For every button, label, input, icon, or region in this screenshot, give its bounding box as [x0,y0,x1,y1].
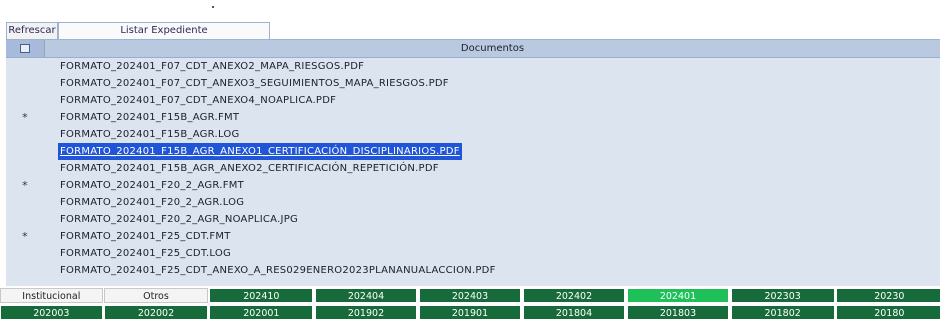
tab-201901[interactable]: 201901 [418,305,522,320]
document-name[interactable]: FORMATO_202401_F25_CDT_ANEXO_A_RES029ENE… [60,262,496,279]
document-name[interactable]: FORMATO_202401_F07_CDT_ANEXO3_SEGUIMIENT… [60,75,449,92]
refresh-button[interactable]: Refrescar [6,22,58,39]
document-row[interactable]: FORMATO_202401_F07_CDT_ANEXO3_SEGUIMIENT… [6,75,940,92]
tab-20180[interactable]: 20180 [836,305,940,320]
document-row[interactable]: FORMATO_202401_F15B_AGR_ANEXO1_CERTIFICA… [6,143,940,160]
tab-institucional[interactable]: Institucional [0,288,103,303]
tab-201803[interactable]: 201803 [626,305,730,320]
document-name[interactable]: FORMATO_202401_F20_2_AGR.LOG [60,194,244,211]
row-marker: * [22,230,28,243]
document-name[interactable]: FORMATO_202401_F15B_AGR_ANEXO2_CERTIFICA… [60,160,439,177]
toolbar: Refrescar Listar Expediente [6,22,940,40]
list-expediente-button[interactable]: Listar Expediente [58,22,270,39]
document-name[interactable]: FORMATO_202401_F25_CDT.FMT [60,228,231,245]
grid-header: Documentos [6,40,940,58]
tab-202003[interactable]: 202003 [0,305,103,320]
tab-201804[interactable]: 201804 [522,305,626,320]
tab-20230[interactable]: 20230 [836,288,940,303]
select-all-corner[interactable] [6,40,45,57]
checkbox-icon [20,44,30,53]
document-row[interactable]: * FORMATO_202401_F20_2_AGR.FMT [6,177,940,194]
period-tabs-row-1: Institucional Otros 202410 202404 202403 2024… [0,288,940,304]
period-tabs-row-2: 202003 202002 202001 201902 201901 201804 2018… [0,305,940,321]
document-row[interactable]: FORMATO_202401_F25_CDT.LOG [6,245,940,262]
document-row[interactable]: FORMATO_202401_F20_2_AGR_NOAPLICA.JPG [6,211,940,228]
document-name[interactable]: FORMATO_202401_F20_2_AGR_NOAPLICA.JPG [60,211,298,228]
tab-201902[interactable]: 201902 [314,305,418,320]
document-name[interactable]: FORMATO_202401_F07_CDT_ANEXO2_MAPA_RIESG… [60,58,364,75]
document-row[interactable]: FORMATO_202401_F15B_AGR_ANEXO2_CERTIFICA… [6,160,940,177]
column-header-documentos[interactable]: Documentos [45,40,940,57]
document-name[interactable]: FORMATO_202401_F25_CDT.LOG [60,245,231,262]
documents-grid: Documentos FORMATO_202401_F07_CDT_ANEXO2… [6,39,940,286]
document-name[interactable]: FORMATO_202401_F15B_AGR_ANEXO1_CERTIFICA… [58,143,462,160]
document-name[interactable]: FORMATO_202401_F15B_AGR.FMT [60,109,239,126]
document-row[interactable]: FORMATO_202401_F20_2_AGR.LOG [6,194,940,211]
document-row[interactable]: FORMATO_202401_F25_CDT_ANEXO_A_RES029ENE… [6,262,940,279]
row-marker: * [22,111,28,124]
tab-202401[interactable]: 202401 [626,288,730,303]
tab-202001[interactable]: 202001 [209,305,314,320]
tab-202410[interactable]: 202410 [209,288,314,303]
separator-dot [212,6,214,8]
document-name[interactable]: FORMATO_202401_F20_2_AGR.FMT [60,177,244,194]
tab-otros[interactable]: Otros [104,288,208,303]
tab-201802[interactable]: 201802 [730,305,835,320]
document-name[interactable]: FORMATO_202401_F15B_AGR.LOG [60,126,240,143]
document-name[interactable]: FORMATO_202401_F07_CDT_ANEXO4_NOAPLICA.P… [60,92,336,109]
tab-202002[interactable]: 202002 [104,305,208,320]
document-row[interactable]: * FORMATO_202401_F25_CDT.FMT [6,228,940,245]
tab-202402[interactable]: 202402 [522,288,626,303]
document-list: FORMATO_202401_F07_CDT_ANEXO2_MAPA_RIESG… [6,58,940,279]
document-row[interactable]: FORMATO_202401_F07_CDT_ANEXO4_NOAPLICA.P… [6,92,940,109]
row-marker: * [22,179,28,192]
document-row[interactable]: FORMATO_202401_F15B_AGR.LOG [6,126,940,143]
document-row[interactable]: * FORMATO_202401_F15B_AGR.FMT [6,109,940,126]
tab-202404[interactable]: 202404 [314,288,418,303]
document-row[interactable]: FORMATO_202401_F07_CDT_ANEXO2_MAPA_RIESG… [6,58,940,75]
tab-202403[interactable]: 202403 [418,288,522,303]
tab-202303[interactable]: 202303 [730,288,835,303]
